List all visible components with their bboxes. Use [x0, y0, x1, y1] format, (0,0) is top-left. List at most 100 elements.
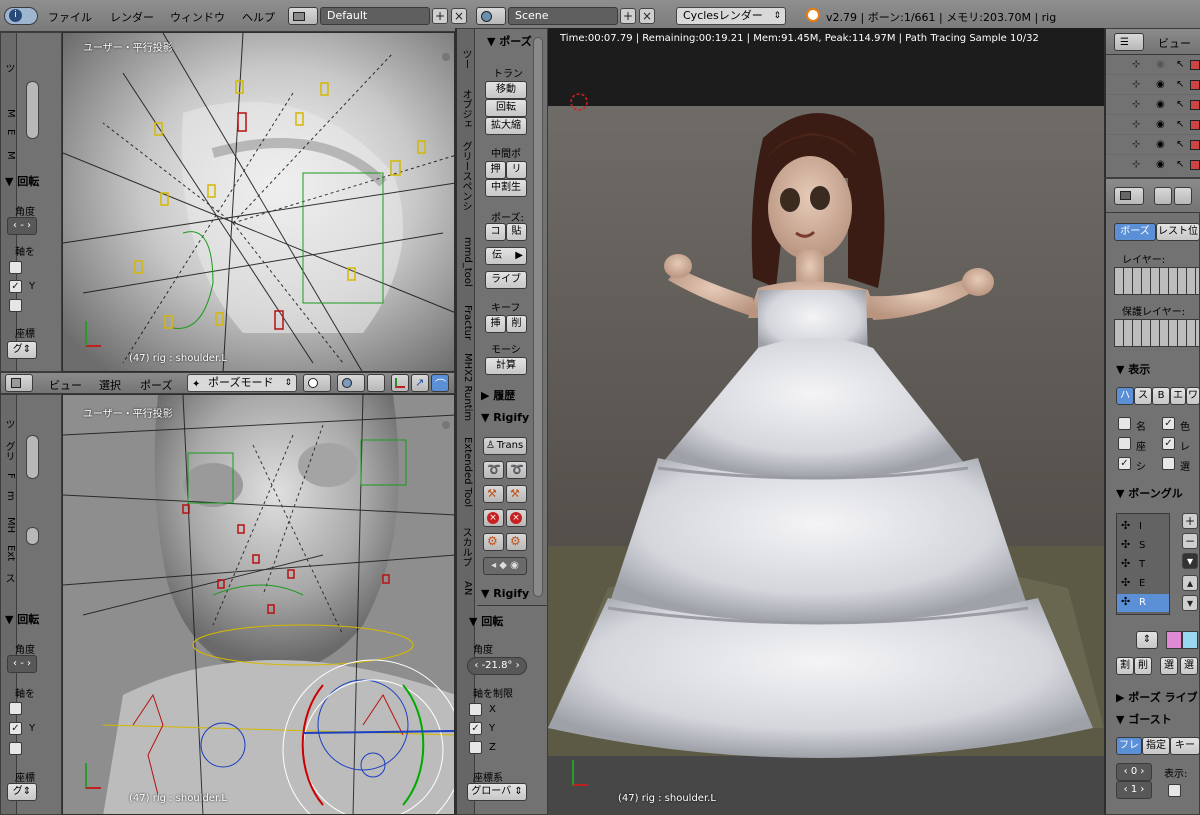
- rotate-panel-header[interactable]: ▼ 回転: [5, 173, 39, 189]
- ghost-panel-header[interactable]: ▼ ゴースト: [1116, 711, 1172, 727]
- constraint-y-checkbox[interactable]: ✓: [469, 722, 482, 735]
- tab-rest-position[interactable]: レスト位: [1156, 223, 1200, 241]
- tab-m2[interactable]: M: [2, 151, 16, 160]
- clear-leg-button[interactable]: ×: [506, 509, 527, 527]
- fk-ik-leg-button[interactable]: ➰: [506, 461, 527, 479]
- list-item[interactable]: ✣ R: [1117, 594, 1169, 612]
- add-layout-button[interactable]: +: [432, 8, 448, 24]
- list-item[interactable]: ✣ S: [1117, 537, 1169, 555]
- tab-mh[interactable]: MH: [2, 517, 16, 533]
- pose-library-panel-header[interactable]: ▶ ポーズ ライブ: [1116, 689, 1198, 705]
- cursor-icon[interactable]: ↖: [1176, 99, 1184, 110]
- keyframe-clear-button[interactable]: ◂ ◆ ◉: [483, 557, 527, 575]
- ghost-display-checkbox[interactable]: [1168, 784, 1181, 797]
- tab-m[interactable]: m: [2, 491, 16, 501]
- display-stick[interactable]: ス: [1134, 387, 1152, 405]
- select-button[interactable]: 選: [1160, 657, 1178, 675]
- menu-view[interactable]: ビュー: [49, 377, 82, 393]
- rigify-panel-header[interactable]: ▼ Rigify: [481, 411, 529, 424]
- coord-select[interactable]: グ⇕: [7, 341, 37, 359]
- tab-grease-pencil[interactable]: グリースペンシ: [459, 141, 473, 211]
- tab-sculpt[interactable]: スカルプ: [459, 527, 473, 567]
- calculate-button[interactable]: 計算: [485, 357, 527, 375]
- translate-manip-button[interactable]: [391, 374, 409, 392]
- bottom-3d-viewport[interactable]: ユーザー・平行投影 (47) rig : shoulder.L: [62, 394, 455, 815]
- render-tab-icon[interactable]: [1154, 187, 1172, 205]
- display-envelope[interactable]: エ: [1170, 387, 1186, 405]
- tab-tools[interactable]: ツ: [2, 63, 16, 73]
- bone-groups-panel-header[interactable]: ▼ ボーングル: [1116, 485, 1183, 501]
- eye-icon[interactable]: ◉: [1156, 159, 1165, 170]
- display-bbone[interactable]: B: [1152, 387, 1170, 405]
- color-swatch[interactable]: [1182, 631, 1198, 649]
- rotate-panel-header[interactable]: ▼ 回転: [469, 613, 503, 629]
- tab-m[interactable]: M: [2, 109, 16, 118]
- constraint-z-checkbox[interactable]: [469, 741, 482, 754]
- remove-scene-button[interactable]: ×: [639, 8, 655, 24]
- scrollbar[interactable]: [533, 37, 543, 597]
- insert-key-button[interactable]: 挿: [485, 315, 506, 333]
- deselect-button[interactable]: 選: [1180, 657, 1198, 675]
- render-viewport[interactable]: Time:00:07.79 | Remaining:00:19.21 | Mem…: [548, 28, 1104, 815]
- cursor-icon[interactable]: ↖: [1176, 159, 1184, 170]
- display-octahedral[interactable]: ハ: [1116, 387, 1134, 405]
- show-axes-checkbox[interactable]: [1118, 437, 1131, 450]
- tab-grease[interactable]: グリ: [2, 441, 16, 461]
- breakdown-button[interactable]: 中割生: [485, 179, 527, 197]
- list-item[interactable]: ✣ T: [1117, 556, 1169, 574]
- tab-extended-tool[interactable]: Extended Tool: [459, 437, 473, 507]
- display-wire[interactable]: ワ: [1186, 387, 1200, 405]
- remove-button[interactable]: 削: [1134, 657, 1152, 675]
- scene-tab-icon[interactable]: [1174, 187, 1192, 205]
- tab-mmd-tool[interactable]: mmd_tool: [459, 237, 473, 287]
- render-engine-select[interactable]: Cyclesレンダー ⇕: [676, 7, 786, 25]
- move-up-button[interactable]: ▴: [1182, 575, 1198, 591]
- bone-groups-list[interactable]: ✣ I ✣ S ✣ T ✣ E ✣ R: [1116, 513, 1170, 615]
- rotate-panel-header[interactable]: ▼ 回転: [5, 611, 39, 627]
- add-group-button[interactable]: +: [1182, 513, 1198, 529]
- cursor-icon[interactable]: ↖: [1176, 59, 1184, 70]
- render-icon[interactable]: [1190, 80, 1200, 90]
- coord-system-select[interactable]: グローバ ⇕: [467, 783, 527, 801]
- axis-z-checkbox[interactable]: [9, 742, 22, 755]
- move-down-button[interactable]: ▾: [1182, 595, 1198, 611]
- layout-switcher[interactable]: [288, 7, 318, 25]
- push-button[interactable]: 押: [485, 161, 506, 179]
- axis-y-checkbox[interactable]: ✓: [9, 722, 22, 735]
- ghost-end-field[interactable]: ‹ 1 ›: [1116, 781, 1152, 799]
- editor-type-button[interactable]: [5, 374, 33, 392]
- cursor-icon[interactable]: ↖: [1176, 79, 1184, 90]
- outliner-row[interactable]: ⊹ ◉ ↖: [1106, 57, 1200, 75]
- eye-icon[interactable]: ◉: [1156, 79, 1165, 90]
- delete-key-button[interactable]: 削: [506, 315, 527, 333]
- angle-field[interactable]: ‹ -21.8° ›: [467, 657, 527, 675]
- snap-leg-button[interactable]: ⚒: [506, 485, 527, 503]
- list-item[interactable]: ✣ E: [1117, 575, 1169, 593]
- tab-mhx2-runtime[interactable]: MHX2 Runtim: [459, 353, 473, 421]
- color-swatch[interactable]: [1166, 631, 1182, 649]
- layout-name-field[interactable]: Default: [320, 7, 430, 25]
- outliner-row[interactable]: ⊹ ◉ ↖: [1106, 157, 1200, 175]
- tab-tools[interactable]: ツー: [459, 49, 473, 69]
- rotate-manip-button[interactable]: ↗: [411, 374, 429, 392]
- tab-fracture[interactable]: Fractur: [459, 305, 473, 340]
- coord-select[interactable]: グ⇕: [7, 783, 37, 801]
- rigify2-panel-header[interactable]: ▼ Rigify: [481, 587, 529, 600]
- pose-library-button[interactable]: ライブ: [485, 271, 527, 289]
- display-panel-header[interactable]: ▼ 表示: [1116, 361, 1150, 377]
- outliner-row[interactable]: ⊹ ◉ ↖: [1106, 97, 1200, 115]
- trans-button[interactable]: ♙ Trans: [483, 437, 527, 455]
- scene-name-field[interactable]: Scene: [508, 7, 618, 25]
- axis-x-checkbox[interactable]: [9, 261, 22, 274]
- tab-pose[interactable]: ボーズ: [1114, 223, 1156, 241]
- show-selected-checkbox[interactable]: [1162, 457, 1175, 470]
- protected-layers-grid[interactable]: [1114, 319, 1200, 347]
- remove-group-button[interactable]: −: [1182, 533, 1198, 549]
- scene-switcher[interactable]: [476, 7, 506, 25]
- menu-pose[interactable]: ポーズ: [140, 377, 172, 393]
- editor-type-button[interactable]: ☰: [1114, 33, 1144, 51]
- copy-pose-button[interactable]: コ: [485, 223, 506, 241]
- tab-ext[interactable]: Ext: [2, 545, 16, 561]
- relax-button[interactable]: リ: [506, 161, 527, 179]
- eye-icon[interactable]: ◉: [1156, 99, 1165, 110]
